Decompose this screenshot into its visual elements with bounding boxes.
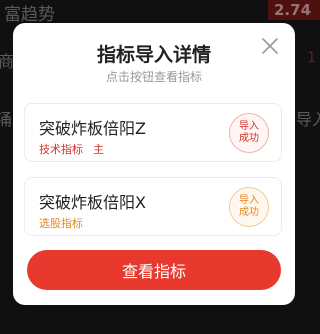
import-details-dialog: 指标导入详情 点击按钮查看指标 突破炸板倍阳Z 技术指标 主 导入 成功 突破炸… [13,23,295,305]
view-indicators-button[interactable]: 查看指标 [27,250,281,290]
indicator-name: 突破炸板倍阳Z [39,119,146,138]
indicator-name: 突破炸板倍阳X [39,193,146,212]
import-success-stamp: 导入 成功 [229,113,269,153]
stamp-line: 成功 [239,133,259,144]
stamp-line: 导入 [239,195,259,206]
stamp-line: 成功 [239,207,259,218]
indicator-card: 突破炸板倍阳Z 技术指标 主 导入 成功 [24,103,282,162]
indicator-card: 突破炸板倍阳X 选股指标 导入 成功 [24,177,282,236]
indicator-tag: 选股指标 [39,217,83,230]
close-icon [262,38,278,54]
indicator-tags: 选股指标 [39,215,83,231]
indicator-tags: 技术指标 主 [39,141,104,157]
indicator-tag: 主 [93,143,104,156]
stamp-line: 导入 [239,121,259,132]
dialog-subtitle: 点击按钮查看指标 [105,70,202,84]
indicator-tag: 技术指标 [39,143,83,156]
import-success-stamp: 导入 成功 [229,187,269,227]
close-button[interactable] [259,35,281,57]
dialog-title: 指标导入详情 [96,44,211,66]
